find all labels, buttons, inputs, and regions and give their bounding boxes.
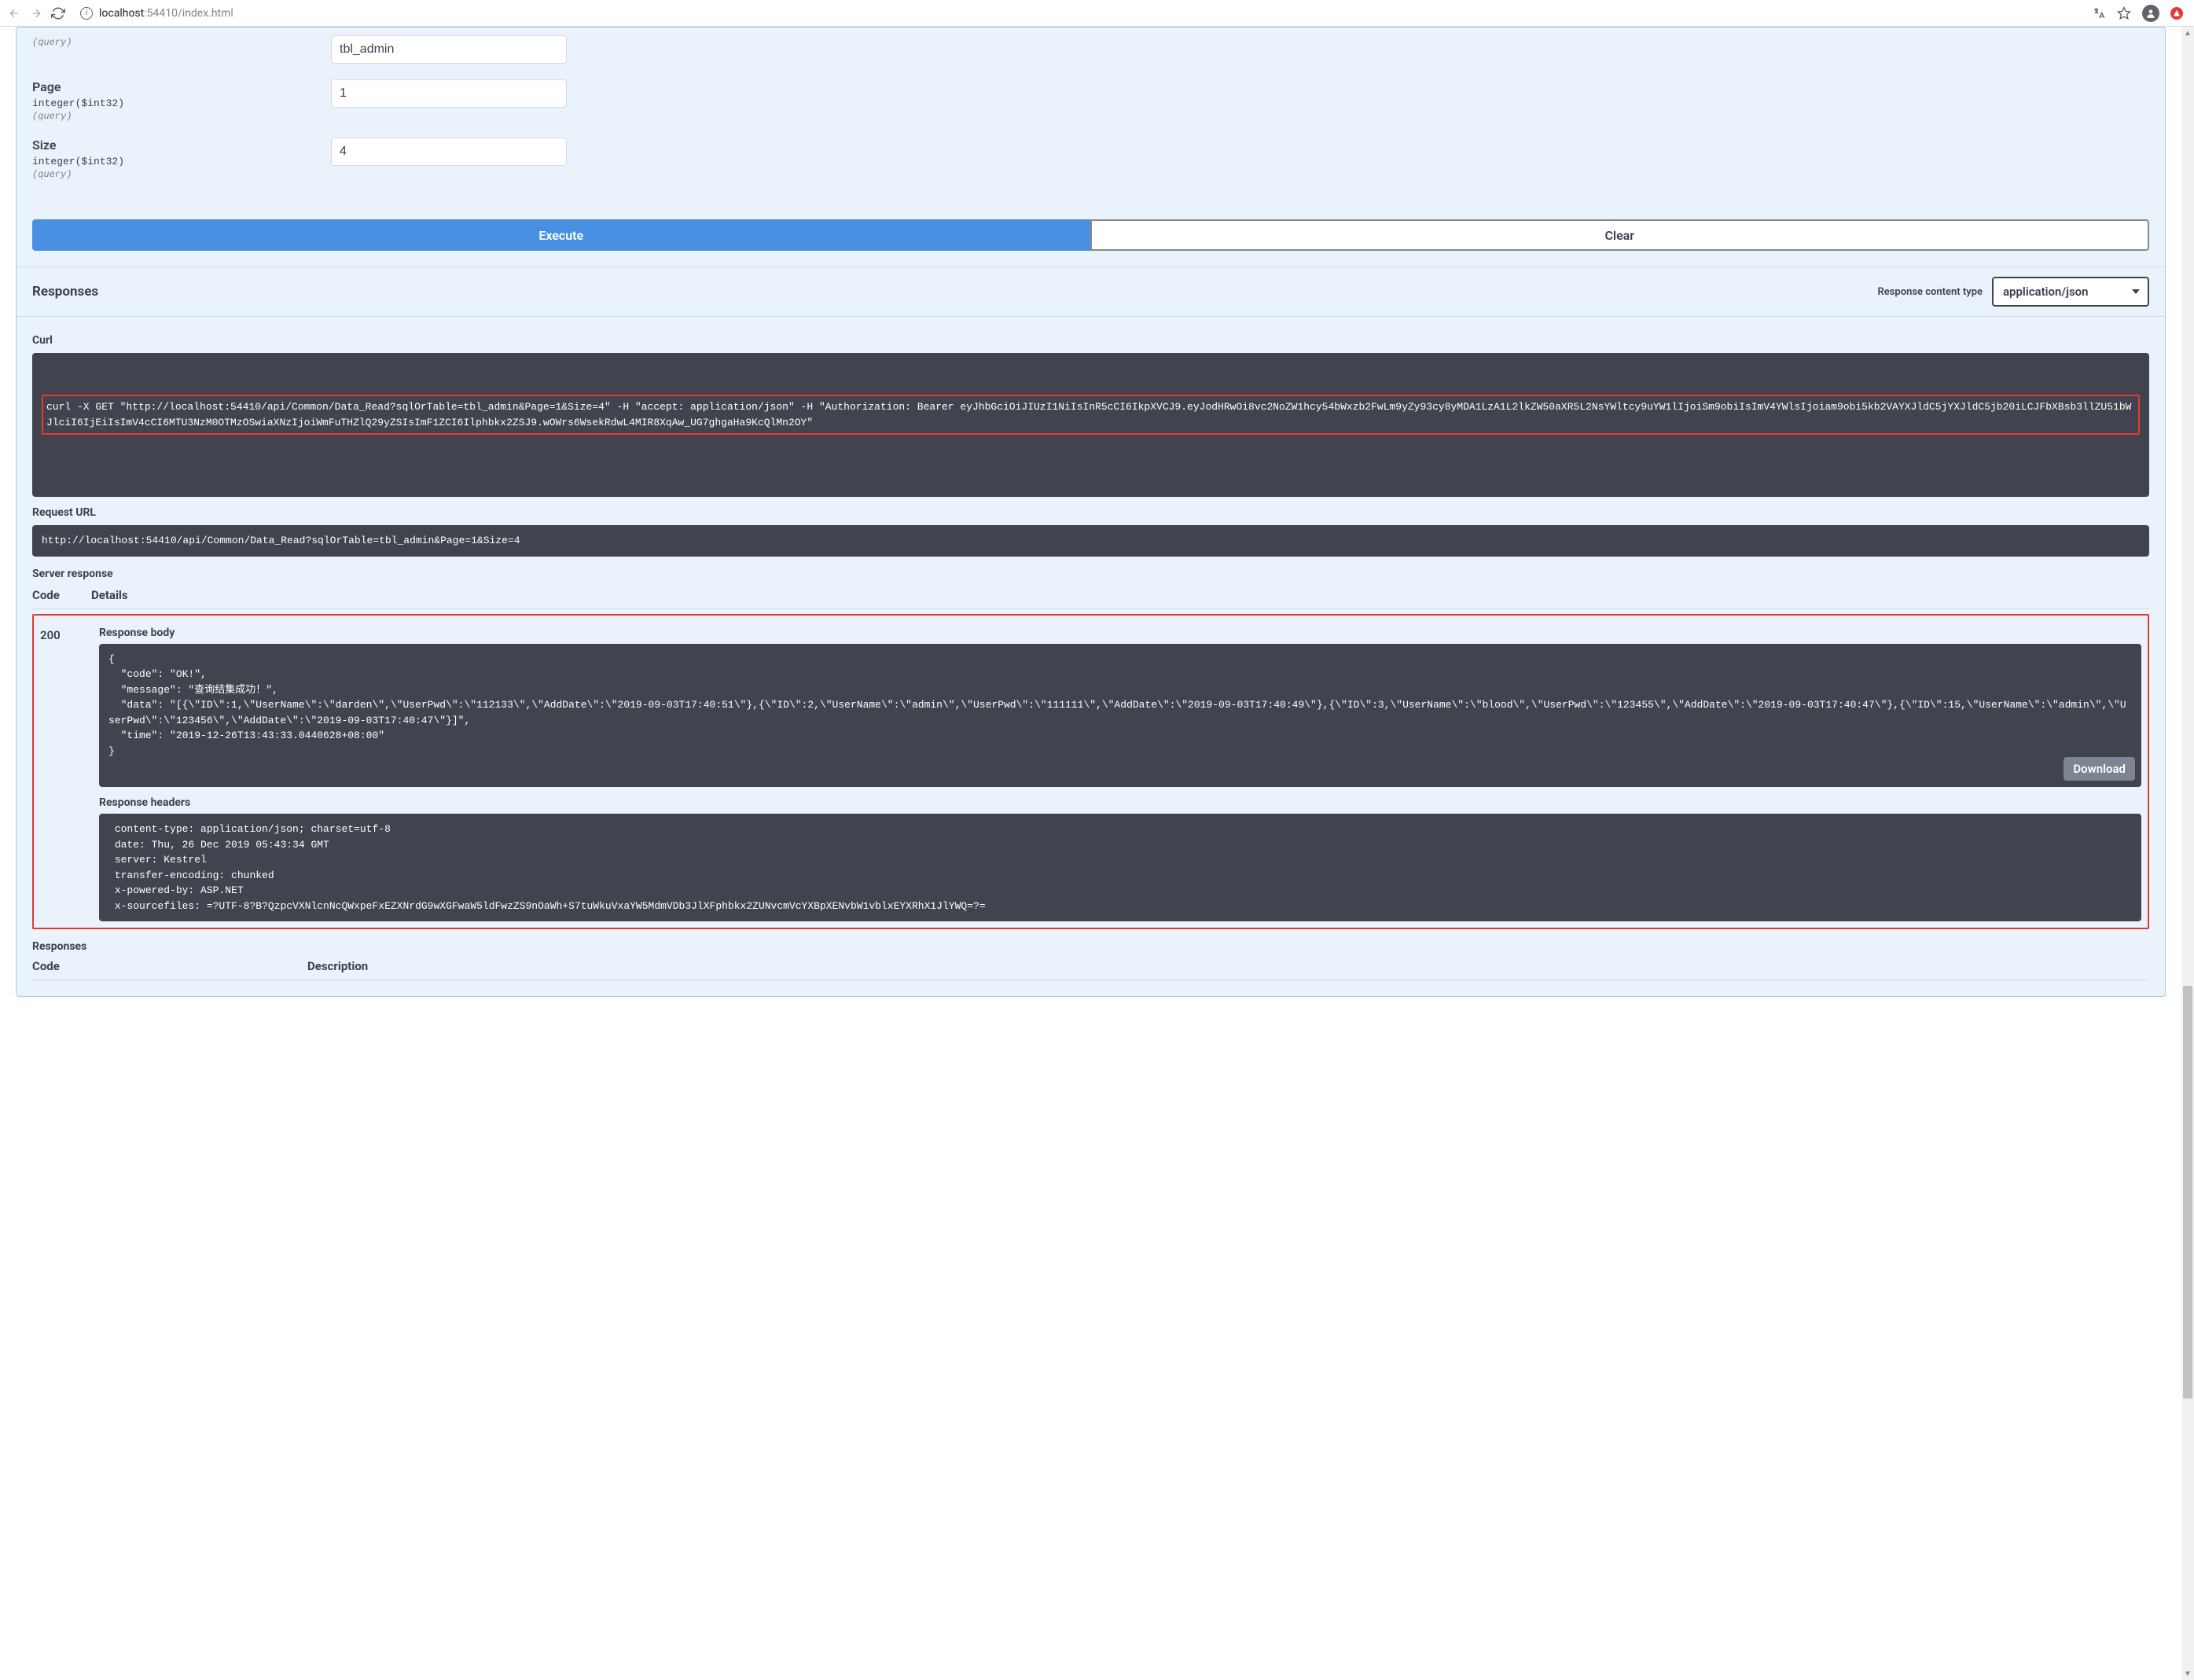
response-headers-label: Response headers xyxy=(99,796,2141,809)
address-bar[interactable]: i localhost:54410/index.html xyxy=(72,2,2086,24)
col-header-description: Description xyxy=(307,959,2149,973)
back-button[interactable] xyxy=(6,6,22,21)
request-url-label: Request URL xyxy=(32,506,2149,519)
param-name: Page xyxy=(32,79,331,94)
param-type: integer($int32) xyxy=(32,156,331,167)
browser-toolbar: i localhost:54410/index.html xyxy=(0,0,2194,27)
bookmark-star-icon[interactable] xyxy=(2117,6,2131,20)
col-header-code2: Code xyxy=(32,959,307,973)
param-in: (query) xyxy=(32,169,331,180)
param-row-page: Page integer($int32) (query) xyxy=(32,72,2149,130)
param-type: integer($int32) xyxy=(32,97,331,109)
translate-icon[interactable] xyxy=(2092,6,2106,20)
content-type-label: Response content type xyxy=(1877,286,1983,298)
responses-heading: Responses xyxy=(32,284,98,300)
scroll-up-button[interactable]: ▲ xyxy=(2181,27,2194,39)
scroll-down-button[interactable]: ▼ xyxy=(2181,1667,2194,1680)
curl-highlight-box: curl -X GET "http://localhost:54410/api/… xyxy=(42,395,2140,435)
site-info-icon[interactable]: i xyxy=(80,7,93,20)
profile-avatar-icon[interactable] xyxy=(2142,5,2159,22)
reload-button[interactable] xyxy=(50,6,66,21)
url-text: localhost:54410/index.html xyxy=(99,7,233,20)
forward-button[interactable] xyxy=(28,6,44,21)
scroll-thumb[interactable] xyxy=(2183,986,2192,1399)
response-body-label: Response body xyxy=(99,627,2141,639)
response-headers-block[interactable]: content-type: application/json; charset=… xyxy=(99,814,2141,921)
param-in: (query) xyxy=(32,37,331,48)
curl-block[interactable]: curl -X GET "http://localhost:54410/api/… xyxy=(32,353,2149,497)
col-header-details: Details xyxy=(91,588,2149,602)
request-url-block[interactable]: http://localhost:54410/api/Common/Data_R… xyxy=(32,525,2149,557)
param-input-page[interactable] xyxy=(331,79,567,108)
param-input-sqlortable[interactable] xyxy=(331,35,567,64)
param-row-sqlortable: (query) xyxy=(32,28,2149,72)
response-code: 200 xyxy=(40,627,99,922)
param-name: Size xyxy=(32,138,331,153)
vertical-scrollbar[interactable]: ▲ ▼ xyxy=(2181,27,2194,1680)
response-200-highlight: 200 Response body { "code": "OK!", "mess… xyxy=(32,614,2149,930)
clear-button[interactable]: Clear xyxy=(1090,219,2150,251)
param-row-size: Size integer($int32) (query) xyxy=(32,130,2149,188)
col-header-code: Code xyxy=(32,588,91,602)
responses-second-heading: Responses xyxy=(32,940,2149,953)
content-type-select[interactable]: application/json xyxy=(1992,277,2149,307)
response-body-block[interactable]: { "code": "OK!", "message": "查询结集成功！", "… xyxy=(99,644,2141,788)
curl-label: Curl xyxy=(32,334,2149,347)
server-response-label: Server response xyxy=(32,568,2149,580)
param-in: (query) xyxy=(32,111,331,122)
response-row-200: 200 Response body { "code": "OK!", "mess… xyxy=(40,620,2141,922)
param-input-size[interactable] xyxy=(331,138,567,166)
download-button[interactable]: Download xyxy=(2064,757,2135,781)
extension-icon[interactable] xyxy=(2170,7,2183,20)
execute-button[interactable]: Execute xyxy=(32,219,1090,251)
